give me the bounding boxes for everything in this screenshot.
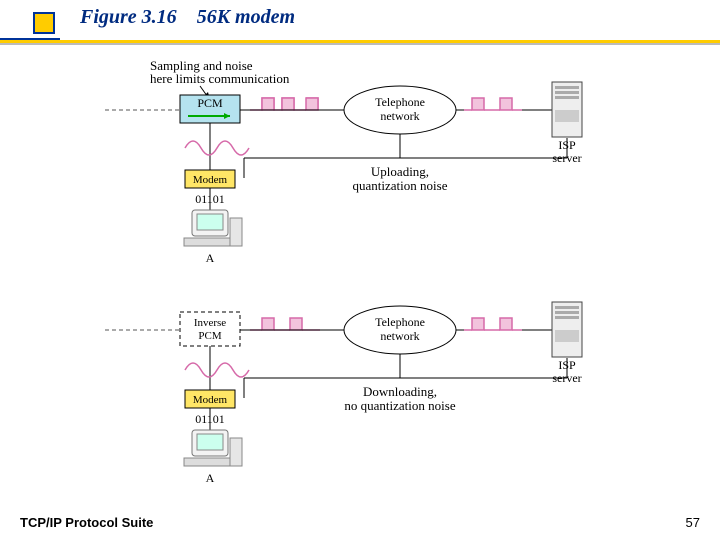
slide-title: Figure 3.16 56K modem (80, 6, 295, 29)
pcm-label: PCM (197, 96, 223, 110)
analog-wave-icon (185, 141, 249, 155)
isp-server-bottom-icon (552, 302, 582, 357)
digital-signal-icon (250, 98, 318, 110)
upload-l2: quantization noise (353, 178, 448, 193)
digital-signal-icon (464, 318, 522, 330)
telnet-top-l2: network (380, 109, 419, 123)
title-bullet-icon (33, 12, 55, 34)
computer-top-icon (184, 210, 242, 246)
analog-wave-icon (185, 363, 249, 377)
a-label-bottom: A (206, 471, 215, 485)
digital-signal-icon (464, 98, 522, 110)
modem-bottom-label: Modem (193, 394, 228, 406)
footer-title: TCP/IP Protocol Suite (20, 515, 153, 530)
modem-diagram: Sampling and noise here limits communica… (80, 50, 640, 510)
inverse-pcm-l2: PCM (198, 330, 221, 342)
isp-server-top-icon (552, 82, 582, 137)
figure-number: Figure 3.16 (80, 6, 177, 28)
sampling-note-l2: here limits communication (150, 71, 290, 86)
download-l1: Downloading, (363, 384, 437, 399)
download-l2: no quantization noise (344, 398, 455, 413)
telnet-bottom-l2: network (380, 329, 419, 343)
inverse-pcm-l1: Inverse (194, 317, 226, 329)
telnet-bottom-l1: Telephone (375, 315, 425, 329)
title-underline-gray (0, 43, 720, 45)
upload-l1: Uploading, (371, 164, 429, 179)
a-label-top: A (206, 251, 215, 265)
digital-signal-icon (250, 318, 320, 330)
telnet-top-l1: Telephone (375, 95, 425, 109)
modem-top-label: Modem (193, 174, 228, 186)
figure-caption: 56K modem (197, 6, 295, 28)
page-number: 57 (686, 515, 700, 530)
computer-bottom-icon (184, 430, 242, 466)
